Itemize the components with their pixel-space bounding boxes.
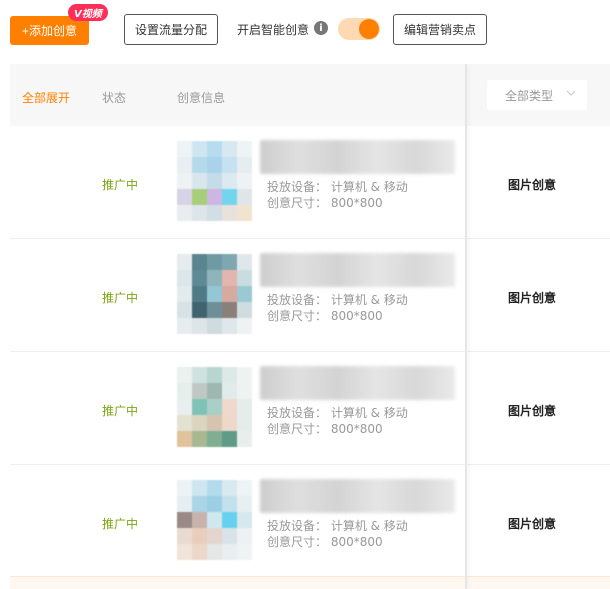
creative-title-blurred xyxy=(260,140,455,174)
creative-type-text: 图片创意 xyxy=(508,178,557,192)
table-header: 全部展开 状态 创意信息 全部类型 xyxy=(10,64,610,126)
table-row[interactable]: 推广中 投放设备： 计算机 & 移动 创意尺寸： 800*800 图片创意 xyxy=(10,126,610,239)
creative-info-header: 创意信息 xyxy=(177,91,226,105)
smart-creative-toggle[interactable] xyxy=(338,18,380,40)
info-icon[interactable]: i xyxy=(314,21,328,35)
table-row[interactable]: 推广中 投放设备： 计算机 & 移动 创意尺寸： 800*800 图片创意 xyxy=(10,352,610,465)
traffic-allocation-button[interactable]: 设置流量分配 xyxy=(124,14,218,45)
edit-selling-points-button[interactable]: 编辑营销卖点 xyxy=(393,14,487,45)
table-row[interactable]: 推广中 投放设备： 计算机 & 移动 创意尺寸： 800*800 图片创意 xyxy=(10,465,610,578)
table-row-partial xyxy=(10,576,610,589)
size-text: 创意尺寸： 800*800 xyxy=(267,422,383,436)
table-row[interactable]: 推广中 投放设备： 计算机 & 移动 创意尺寸： 800*800 图片创意 xyxy=(10,239,610,352)
fixed-column-divider xyxy=(465,64,467,589)
toolbar: +添加创意 V视频 设置流量分配 开启智能创意 i 编辑营销卖点 xyxy=(0,0,610,62)
status-text: 推广中 xyxy=(102,291,139,305)
creative-table: 全部展开 状态 创意信息 全部类型 推广中 投放设备： 计算机 & 移动 创意尺… xyxy=(10,64,610,589)
creative-type-text: 图片创意 xyxy=(508,517,557,531)
video-badge: V视频 xyxy=(68,4,108,21)
creative-thumbnail[interactable] xyxy=(177,141,252,221)
creative-title-blurred xyxy=(260,253,455,287)
device-text: 投放设备： 计算机 & 移动 xyxy=(267,180,408,194)
size-text: 创意尺寸： 800*800 xyxy=(267,309,383,323)
creative-type-text: 图片创意 xyxy=(508,291,557,305)
creative-title-blurred xyxy=(260,479,455,513)
device-text: 投放设备： 计算机 & 移动 xyxy=(267,406,408,420)
toggle-knob xyxy=(359,19,379,39)
status-header: 状态 xyxy=(102,91,127,105)
device-text: 投放设备： 计算机 & 移动 xyxy=(267,519,408,533)
creative-type-text: 图片创意 xyxy=(508,404,557,418)
size-text: 创意尺寸： 800*800 xyxy=(267,196,383,210)
creative-thumbnail[interactable] xyxy=(177,367,252,447)
type-filter-select[interactable]: 全部类型 xyxy=(487,80,587,110)
status-text: 推广中 xyxy=(102,517,139,531)
creative-thumbnail[interactable] xyxy=(177,480,252,560)
smart-creative-label: 开启智能创意 xyxy=(237,23,310,37)
status-text: 推广中 xyxy=(102,404,139,418)
status-text: 推广中 xyxy=(102,178,139,192)
creative-thumbnail[interactable] xyxy=(177,254,252,334)
expand-all-link[interactable]: 全部展开 xyxy=(22,89,70,106)
size-text: 创意尺寸： 800*800 xyxy=(267,535,383,549)
creative-title-blurred xyxy=(260,366,455,400)
chevron-down-icon xyxy=(565,87,577,102)
device-text: 投放设备： 计算机 & 移动 xyxy=(267,293,408,307)
type-filter-value: 全部类型 xyxy=(505,88,554,103)
